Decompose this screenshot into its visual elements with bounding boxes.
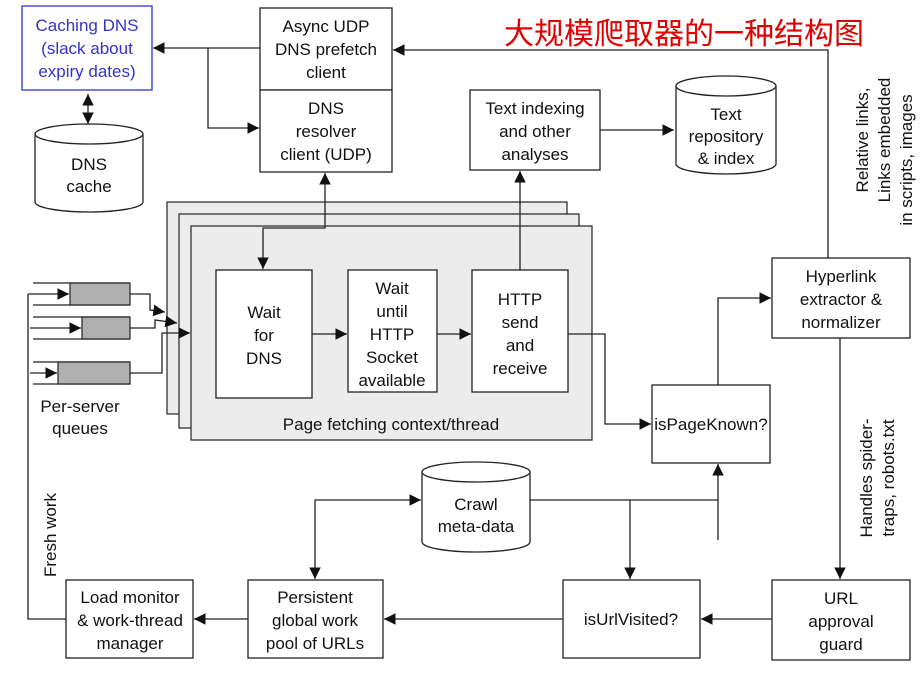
label: isUrlVisited? — [584, 610, 678, 629]
arrow-to-hyperlink — [717, 292, 771, 385]
label: cache — [66, 177, 111, 196]
label: available — [358, 371, 425, 390]
label: Async UDP — [283, 17, 370, 36]
label: pool of URLs — [266, 634, 364, 653]
label: Wait — [375, 279, 409, 298]
label: Load monitor — [80, 588, 180, 607]
label: Persistent — [277, 588, 353, 607]
is-page-known-box: isPageKnown? — [651, 384, 771, 464]
label: client (UDP) — [280, 145, 372, 164]
label: in scripts, images — [897, 94, 916, 225]
label: (slack about — [41, 39, 133, 58]
label: global work — [272, 611, 358, 630]
crawler-architecture-diagram: 大规模爬取器的一种结构图 Caching DNS (slack about ex… — [0, 0, 920, 690]
label: DNS — [308, 99, 344, 118]
label: Socket — [366, 348, 418, 367]
label: manager — [96, 634, 163, 653]
label: and — [506, 336, 534, 355]
label: Text indexing — [485, 99, 584, 118]
relative-links-note: Relative links, Links embedded in script… — [853, 78, 916, 226]
label: guard — [819, 635, 862, 654]
label: Relative links, — [853, 88, 872, 193]
label: until — [376, 302, 407, 321]
label: & index — [698, 149, 755, 168]
label: Hyperlink — [806, 267, 877, 286]
label: DNS prefetch — [275, 40, 377, 59]
queue — [69, 282, 131, 306]
load-monitor-box: Load monitor & work-thread manager — [65, 579, 194, 659]
is-url-visited-box: isUrlVisited? — [562, 579, 701, 659]
label: normalizer — [801, 313, 881, 332]
label: HTTP — [498, 290, 542, 309]
caching-dns-box: Caching DNS (slack about expiry dates) — [21, 5, 153, 91]
queue — [81, 316, 131, 340]
label: analyses — [501, 145, 568, 164]
diagram-title: 大规模爬取器的一种结构图 — [504, 18, 864, 51]
label: Per-server — [40, 397, 120, 416]
arrow-to-resolver — [207, 48, 259, 134]
label: DNS — [246, 349, 282, 368]
queue — [57, 361, 131, 385]
label: traps, robots.txt — [879, 419, 898, 536]
label: isPageKnown? — [654, 415, 767, 434]
label: receive — [493, 359, 548, 378]
label: extractor & — [800, 290, 883, 309]
wait-for-dns-box: Wait for DNS — [215, 269, 313, 399]
label: approval — [808, 612, 873, 631]
label: Links embedded — [875, 78, 894, 203]
label: send — [502, 313, 539, 332]
label: expiry dates) — [38, 62, 135, 81]
wait-http-socket-box: Wait until HTTP Socket available — [347, 269, 438, 393]
label: DNS — [71, 155, 107, 174]
label: queues — [52, 419, 108, 438]
per-server-queues: Per-server queues — [28, 282, 190, 438]
fresh-work-label: Fresh work — [41, 492, 60, 577]
crawl-metadata-cylinder: Crawl meta-data — [421, 461, 531, 553]
url-approval-guard-box: URL approval guard — [771, 579, 911, 661]
text-indexing-box: Text indexing and other analyses — [469, 89, 601, 171]
label: Caching DNS — [36, 16, 139, 35]
metadata-pageknown-link — [530, 464, 724, 501]
label: & work-thread — [77, 611, 183, 630]
label: meta-data — [438, 517, 515, 536]
dns-resolver-box: DNS resolver client (UDP) — [259, 89, 393, 173]
label: URL — [824, 589, 858, 608]
handles-spider-traps-note: Handles spider- traps, robots.txt — [857, 418, 898, 537]
label: repository — [689, 127, 764, 146]
label: HTTP — [370, 325, 414, 344]
persistent-pool-box: Persistent global work pool of URLs — [247, 579, 384, 659]
text-repository-cylinder: Text repository & index — [675, 75, 777, 175]
label: client — [306, 63, 346, 82]
page-fetching-label: Page fetching context/thread — [283, 415, 499, 434]
label: Wait — [247, 303, 281, 322]
metadata-pool-link — [309, 494, 421, 579]
label: for — [254, 326, 274, 345]
http-send-receive-box: HTTP send and receive — [471, 269, 569, 393]
label: resolver — [296, 122, 357, 141]
hyperlink-extractor-box: Hyperlink extractor & normalizer — [771, 257, 911, 339]
label: Text — [710, 105, 741, 124]
diagram-canvas: 大规模爬取器的一种结构图 Caching DNS (slack about ex… — [21, 5, 916, 661]
label: and other — [499, 122, 571, 141]
label: Handles spider- — [857, 418, 876, 537]
async-udp-box: Async UDP DNS prefetch client — [259, 7, 393, 91]
dns-cache-cylinder: DNS cache — [34, 123, 144, 213]
label: Crawl — [454, 495, 497, 514]
